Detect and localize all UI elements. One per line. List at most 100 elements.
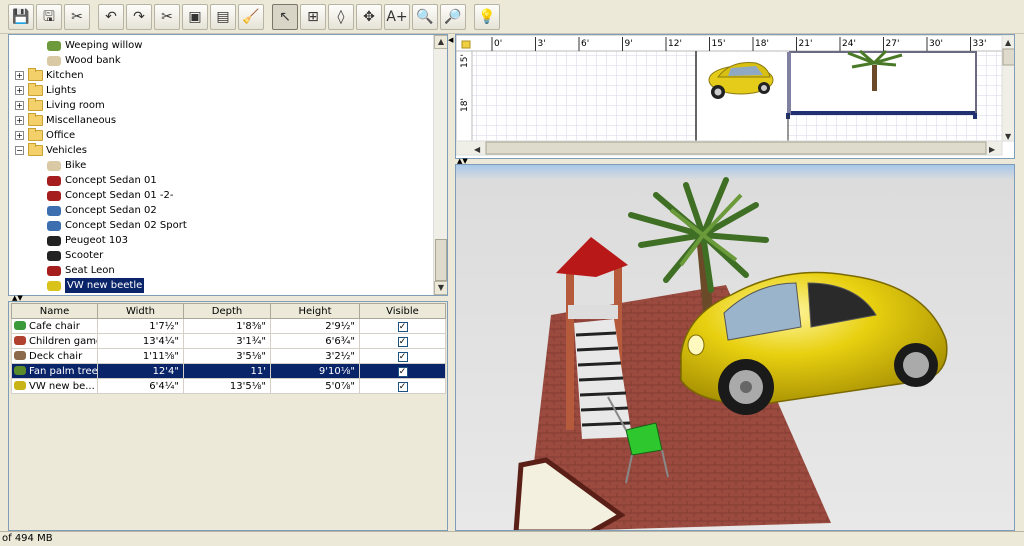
plan-scroll-right-icon[interactable]: ▶ — [989, 145, 996, 154]
copy-button[interactable]: ▣ — [182, 3, 208, 30]
plan-scroll-down-icon[interactable]: ▼ — [1005, 132, 1012, 141]
visible-checkbox[interactable]: ✓ — [397, 381, 408, 392]
scroll-down-arrow-icon[interactable]: ▼ — [434, 281, 447, 295]
plan-canvas[interactable]: 0' 3' 6' 9' 12' 15' 18' 21' 24' 27' 30' 33' 15'18' … — [456, 35, 1015, 159]
tree-folder-item[interactable]: − Vehicles — [15, 143, 87, 158]
redo-button[interactable]: ↷ — [126, 3, 152, 30]
column-header-width[interactable]: Width — [97, 303, 184, 319]
ruler-label: 15' — [460, 54, 470, 68]
save-button[interactable]: 💾 — [8, 3, 34, 30]
expand-icon[interactable]: + — [15, 71, 24, 80]
tree-leaf-item[interactable]: Scooter — [47, 248, 103, 263]
expand-icon[interactable]: + — [15, 116, 24, 125]
memory-status-text: of 494 MB — [2, 533, 53, 544]
table-row[interactable]: VW new be... 6'4¼" 13'5⅛" 5'0⅞" ✓ — [11, 378, 446, 394]
preferences-button[interactable]: ✂ — [64, 3, 90, 30]
main-toolbar: 💾 🖫 ✂ ↶ ↷ ✂ ▣ ▤ 🧹 ↖ ⊞ ◊ ✥ A+ 🔍 🔎 💡 — [0, 0, 1024, 34]
tree-item-label: Scooter — [65, 250, 104, 261]
furniture-catalog-tree[interactable]: Weeping willow Wood bank + Kitchen + Lights + L… — [8, 34, 448, 296]
tree-folder-item[interactable]: + Lights — [15, 83, 76, 98]
zoom-out-icon: 🔍 — [416, 8, 434, 25]
plan-hscroll-thumb[interactable] — [485, 141, 987, 155]
plan-scroll-up-icon[interactable]: ▲ — [1005, 38, 1012, 47]
table-header-row: Name Width Depth Height Visible — [11, 303, 446, 319]
tree-leaf-item[interactable]: Seat Leon — [47, 263, 115, 278]
car-icon — [47, 205, 61, 216]
tree-folder-item[interactable]: + Kitchen — [15, 68, 84, 83]
visible-checkbox[interactable]: ✓ — [397, 366, 408, 377]
tree-leaf-item[interactable]: Wood bank — [47, 53, 121, 68]
collapse-icon[interactable]: − — [15, 146, 24, 155]
furniture-table-body: Cafe chair 1'7½" 1'8⅜" 2'9½" ✓ Children game 1… — [11, 318, 446, 394]
scroll-thumb[interactable] — [435, 239, 447, 281]
tree-leaf-item[interactable]: VW new beetle — [47, 278, 145, 293]
plan-view[interactable]: 0' 3' 6' 9' 12' 15' 18' 21' 24' 27' 30' 33' 15' 18' … — [455, 34, 1015, 159]
zoom-in-button[interactable]: 🔎 — [440, 3, 466, 30]
paste-icon: ▤ — [216, 8, 230, 25]
plan-vscroll-thumb[interactable] — [1002, 48, 1015, 66]
delete-button[interactable]: 🧹 — [238, 3, 264, 30]
table-row[interactable]: Children game 13'4¼" 3'1¾" 6'6¾" ✓ — [11, 333, 446, 349]
create-rooms-button[interactable]: ◊ — [328, 3, 354, 30]
ruler-label: 3' — [538, 39, 546, 49]
tree-folder-item[interactable]: + Miscellaneous — [15, 113, 116, 128]
table-row[interactable]: Deck chair 1'11⅝" 3'5⅛" 3'2½" ✓ — [11, 348, 446, 364]
plan-car-model[interactable] — [697, 52, 787, 140]
tree-item-label: Vehicles — [46, 145, 87, 156]
column-header-name[interactable]: Name — [11, 303, 98, 319]
visible-checkbox[interactable]: ✓ — [397, 336, 408, 347]
3d-view[interactable] — [455, 164, 1015, 531]
folder-icon — [28, 143, 43, 156]
cell-name: Cafe chair — [11, 318, 98, 334]
zoom-out-button[interactable]: 🔍 — [412, 3, 438, 30]
visible-checkbox[interactable]: ✓ — [397, 351, 408, 362]
expand-icon[interactable]: + — [15, 131, 24, 140]
ruler-label: 18' — [755, 39, 769, 49]
table-row[interactable]: Fan palm tree 12'4" 11' 9'10⅛" ✓ — [11, 363, 446, 379]
column-header-height[interactable]: Height — [270, 303, 360, 319]
bench-icon — [47, 55, 61, 66]
catalog-vertical-scrollbar[interactable]: ▲ ▼ — [433, 35, 447, 295]
light-bulb-icon: 💡 — [478, 8, 496, 25]
cut-button[interactable]: ✂ — [154, 3, 180, 30]
cell-depth: 13'5⅛" — [183, 378, 271, 394]
tree-item-label: Concept Sedan 01 -2- — [65, 190, 174, 201]
visible-checkbox[interactable]: ✓ — [397, 321, 408, 332]
plan-palm-tree[interactable] — [786, 49, 977, 119]
3d-canvas[interactable] — [456, 165, 1015, 531]
tree-folder-item[interactable]: + Living room — [15, 98, 105, 113]
column-header-depth[interactable]: Depth — [183, 303, 271, 319]
tree-leaf-item[interactable]: Concept Sedan 01 — [47, 173, 157, 188]
bike-icon — [47, 160, 61, 171]
3d-children-game[interactable] — [556, 237, 632, 439]
cut-icon: ✂ — [161, 8, 173, 25]
tree-item-label: Wood bank — [65, 55, 121, 66]
cell-width: 1'7½" — [97, 318, 184, 334]
vertical-splitter[interactable]: ◀ — [448, 34, 455, 531]
column-header-visible[interactable]: Visible — [359, 303, 446, 319]
tree-leaf-item[interactable]: Concept Sedan 01 -2- — [47, 188, 174, 203]
paste-button[interactable]: ▤ — [210, 3, 236, 30]
create-dimensions-button[interactable]: ✥ — [356, 3, 382, 30]
tree-leaf-item[interactable]: Concept Sedan 02 — [47, 203, 157, 218]
tree-folder-item[interactable]: + Office — [15, 128, 75, 143]
expand-icon[interactable]: + — [15, 101, 24, 110]
furniture-icon — [14, 321, 26, 330]
ruler-label: 9' — [625, 39, 633, 49]
tree-leaf-item[interactable]: Concept Sedan 02 Sport — [47, 218, 187, 233]
expand-icon[interactable]: + — [15, 86, 24, 95]
select-mode-button[interactable]: ↖ — [272, 3, 298, 30]
scroll-up-arrow-icon[interactable]: ▲ — [434, 35, 447, 49]
tree-leaf-item[interactable]: Peugeot 103 — [47, 233, 128, 248]
undo-button[interactable]: ↶ — [98, 3, 124, 30]
plan-scroll-left-icon[interactable]: ◀ — [474, 145, 481, 154]
light-bulb-button[interactable]: 💡 — [474, 3, 500, 30]
add-text-button[interactable]: A+ — [384, 3, 410, 30]
create-walls-button[interactable]: ⊞ — [300, 3, 326, 30]
export-button[interactable]: 🖫 — [36, 3, 62, 30]
table-row[interactable]: Cafe chair 1'7½" 1'8⅜" 2'9½" ✓ — [11, 318, 446, 334]
tree-leaf-item[interactable]: Weeping willow — [47, 38, 142, 53]
tree-leaf-item[interactable]: Bike — [47, 158, 86, 173]
furniture-icon — [14, 336, 26, 345]
tree-item-label: Seat Leon — [65, 265, 115, 276]
